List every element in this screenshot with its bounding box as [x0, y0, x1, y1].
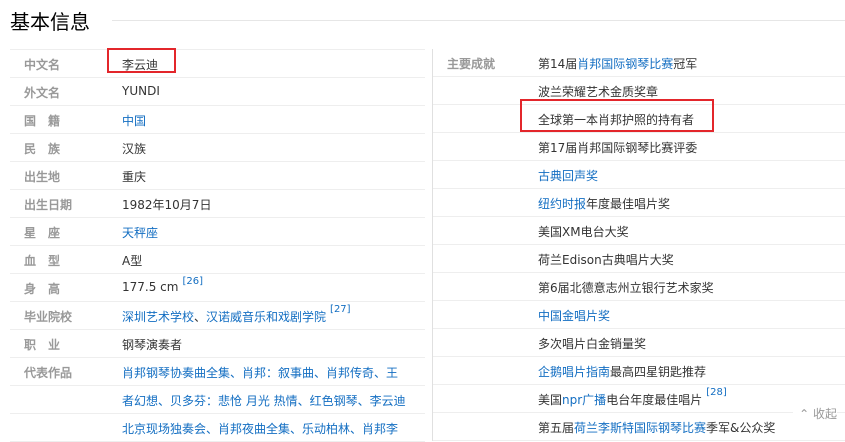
achievement-row: 美国npr广播电台年度最佳唱片[28]	[433, 385, 845, 413]
school-link[interactable]: 深圳艺术学校	[122, 310, 194, 324]
achievement-row: 古典回声奖	[433, 161, 845, 189]
achievement-text: 电台年度最佳唱片	[606, 393, 703, 407]
achievement-row: 纽约时报年度最佳唱片奖	[433, 189, 845, 217]
info-row-works-cont: 者幻想、贝多芬：悲怆 月光 热情、红色钢琴、李云迪	[10, 386, 425, 414]
field-label: 代表作品	[24, 366, 73, 380]
achievement-link[interactable]: 古典回声奖	[538, 169, 598, 183]
chevron-up-icon: ⌃	[799, 407, 810, 421]
achievement-text: 第14届	[538, 57, 578, 71]
field-label: 血 型	[24, 254, 61, 268]
field-value: 汉族	[122, 142, 147, 156]
achievement-link[interactable]: npr广播	[562, 393, 606, 407]
field-label: 职 业	[24, 338, 61, 352]
school-link[interactable]: 汉诺威音乐和戏剧学院	[206, 310, 326, 324]
info-row-chinese-name: 中文名 李云迪	[10, 49, 425, 78]
achievement-row: 第五届荷兰李斯特国际钢琴比赛季军&公众奖	[433, 413, 845, 441]
basic-info-right-column: 主要成就 第14届肖邦国际钢琴比赛冠军 波兰荣耀艺术金质奖章 全球第一本肖邦护照…	[432, 49, 845, 441]
field-value: 重庆	[122, 170, 147, 184]
field-label: 外文名	[24, 86, 61, 100]
section-title: 基本信息	[10, 10, 90, 34]
field-label: 身 高	[24, 282, 61, 296]
achievement-row: 全球第一本肖邦护照的持有者	[433, 105, 845, 133]
reference-link[interactable]: [28]	[706, 387, 727, 398]
achievement-link[interactable]: 肖邦国际钢琴比赛	[577, 57, 673, 71]
achievement-text: 第17届肖邦国际钢琴比赛评委	[538, 141, 698, 155]
achievement-row: 第17届肖邦国际钢琴比赛评委	[433, 133, 845, 161]
achievement-text: 多次唱片白金销量奖	[538, 337, 647, 351]
info-row-alma-mater: 毕业院校 深圳艺术学校、汉诺威音乐和戏剧学院 [27]	[10, 302, 425, 330]
achievement-row: 波兰荣耀艺术金质奖章	[433, 77, 845, 105]
info-row-nationality: 国 籍 中国	[10, 106, 425, 134]
field-label: 民 族	[24, 142, 61, 156]
title-divider	[112, 20, 845, 21]
info-row-foreign-name: 外文名 YUNDI	[10, 78, 425, 106]
achievement-link[interactable]: 企鹅唱片指南	[538, 365, 610, 379]
collapse-label: 收起	[812, 407, 837, 421]
achievement-text: 季军&公众奖	[706, 421, 776, 435]
achievement-text: 荷兰Edison古典唱片大奖	[538, 253, 674, 267]
field-value: A型	[122, 254, 143, 268]
field-label: 国 籍	[24, 114, 61, 128]
achievement-link[interactable]: 纽约时报	[538, 197, 586, 211]
achievement-text: 冠军	[673, 57, 698, 71]
reference-link[interactable]: [26]	[182, 276, 203, 287]
info-row-zodiac: 星 座 天秤座	[10, 218, 425, 246]
achievement-row: 第6届北德意志州立银行艺术家奖	[433, 273, 845, 301]
achievement-link[interactable]: 荷兰李斯特国际钢琴比赛	[574, 421, 706, 435]
achievement-text: 美国XM电台大奖	[538, 225, 629, 239]
field-label: 毕业院校	[24, 310, 73, 324]
reference-link[interactable]: [27]	[330, 304, 351, 315]
info-row-occupation: 职 业 钢琴演奏者	[10, 330, 425, 358]
basic-info-left-column: 中文名 李云迪 外文名 YUNDI 国 籍 中国 民 族 汉族 出生地 重庆 出…	[10, 49, 425, 442]
section-header: 基本信息	[0, 0, 845, 40]
achievement-row: 美国XM电台大奖	[433, 217, 845, 245]
field-label: 出生地	[24, 170, 61, 184]
info-row-ethnicity: 民 族 汉族	[10, 134, 425, 162]
achievement-text: 第6届北德意志州立银行艺术家奖	[538, 281, 714, 295]
field-value: 1982年10月7日	[122, 198, 212, 212]
achievement-row: 多次唱片白金销量奖	[433, 329, 845, 357]
nationality-link[interactable]: 中国	[122, 114, 146, 128]
field-label: 星 座	[24, 226, 61, 240]
field-value: YUNDI	[122, 84, 160, 98]
achievement-row: 企鹅唱片指南最高四星钥匙推荐	[433, 357, 845, 385]
works-link-line[interactable]: 者幻想、贝多芬：悲怆 月光 热情、红色钢琴、李云迪	[122, 392, 406, 409]
achievement-text: 全球第一本肖邦护照的持有者	[538, 113, 695, 127]
field-label: 出生日期	[24, 198, 73, 212]
field-value: 李云迪	[122, 58, 159, 72]
works-link-line[interactable]: 肖邦钢琴协奏曲全集、肖邦：叙事曲、肖邦传奇、王	[122, 364, 398, 381]
field-label: 中文名	[24, 58, 61, 72]
info-row-birthdate: 出生日期 1982年10月7日	[10, 190, 425, 218]
achievement-text: 第五届	[538, 421, 575, 435]
field-value: 177.5 cm	[122, 280, 179, 294]
achievement-link[interactable]: 中国金唱片奖	[538, 309, 610, 323]
info-row-works: 代表作品 肖邦钢琴协奏曲全集、肖邦：叙事曲、肖邦传奇、王	[10, 358, 425, 386]
info-row-works-cont: 北京现场独奏会、肖邦夜曲全集、乐动柏林、肖邦李	[10, 414, 425, 442]
achievement-row: 荷兰Edison古典唱片大奖	[433, 245, 845, 273]
field-value: 钢琴演奏者	[122, 338, 183, 352]
achievement-row: 主要成就 第14届肖邦国际钢琴比赛冠军	[433, 49, 845, 77]
achievement-text: 美国	[538, 393, 563, 407]
zodiac-link[interactable]: 天秤座	[122, 226, 158, 240]
field-label: 主要成就	[447, 57, 496, 71]
achievement-text: 最高四星钥匙推荐	[610, 365, 707, 379]
achievement-row: 中国金唱片奖	[433, 301, 845, 329]
separator: 、	[194, 310, 207, 324]
achievement-text: 年度最佳唱片奖	[586, 197, 671, 211]
achievement-text: 波兰荣耀艺术金质奖章	[538, 85, 659, 99]
info-row-birthplace: 出生地 重庆	[10, 162, 425, 190]
info-row-blood-type: 血 型 A型	[10, 246, 425, 274]
info-row-height: 身 高 177.5 cm [26]	[10, 274, 425, 302]
works-link-line[interactable]: 北京现场独奏会、肖邦夜曲全集、乐动柏林、肖邦李	[122, 420, 398, 437]
collapse-button[interactable]: ⌃ 收起	[793, 405, 837, 422]
